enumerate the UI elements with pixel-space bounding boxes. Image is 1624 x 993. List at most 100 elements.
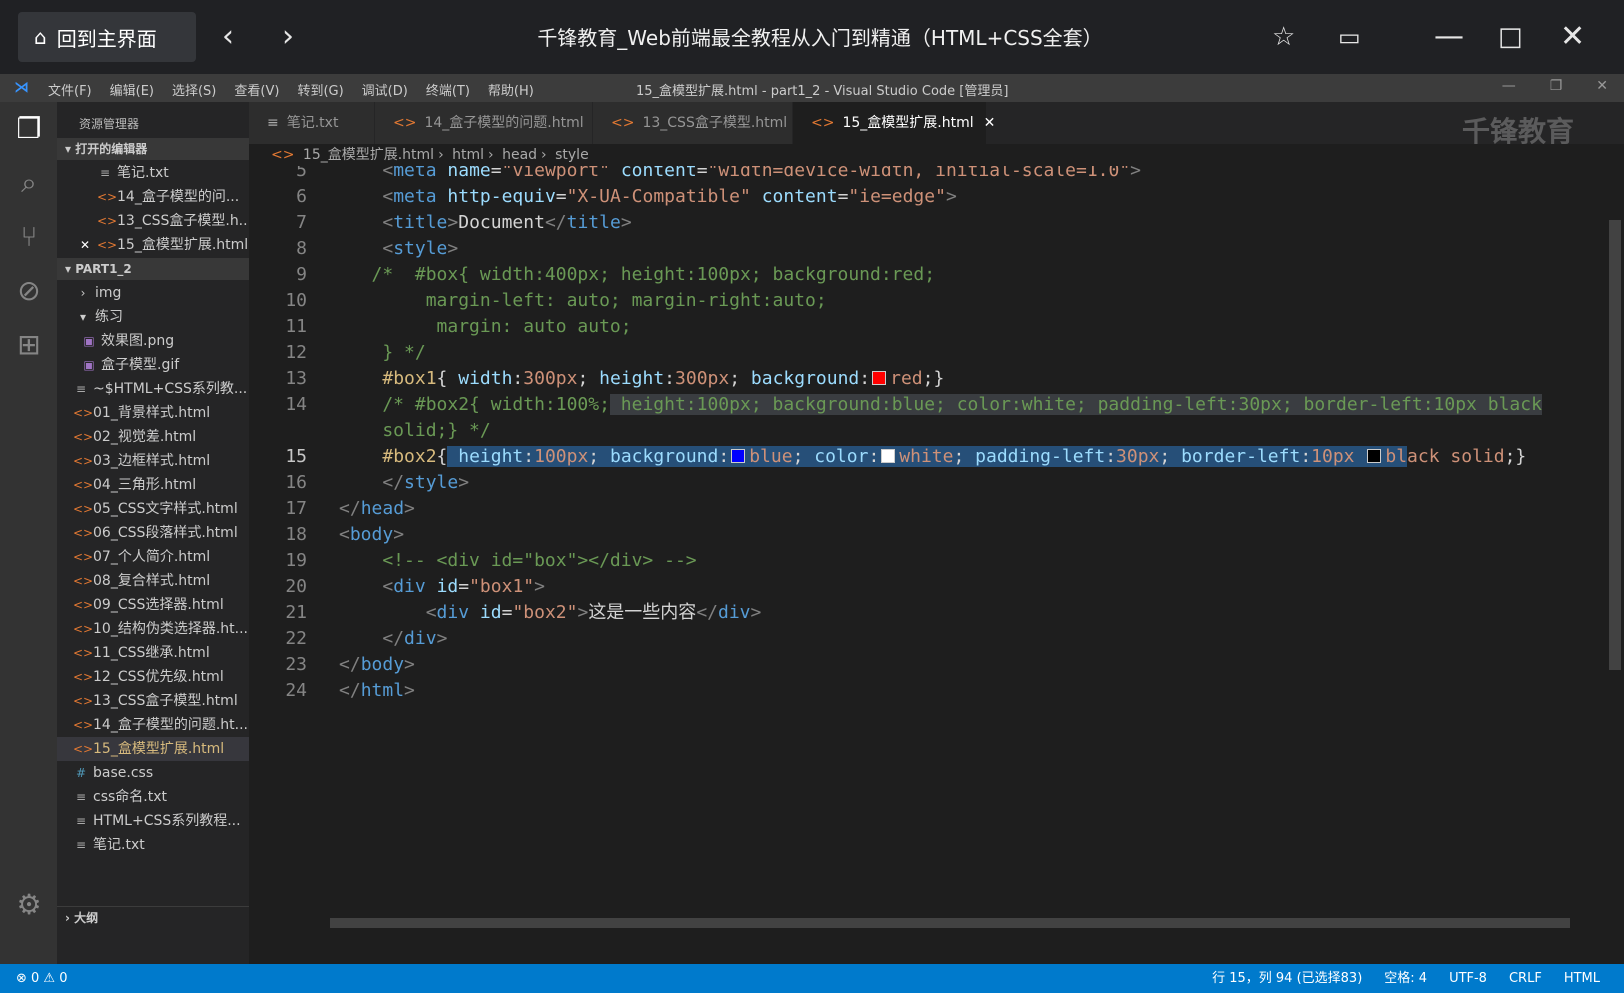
tree-item[interactable]: <>07_个人简介.html xyxy=(57,545,249,569)
tab-css-box-model[interactable]: <> 13_CSS盒子模型.html xyxy=(593,102,793,144)
line-number: 17 xyxy=(285,498,307,519)
extensions-icon[interactable]: ⊞ xyxy=(12,328,46,362)
tree-item[interactable]: <>15_盒模型扩展.html xyxy=(57,737,249,761)
open-editor-item[interactable]: <>13_CSS盒子模型.h... xyxy=(57,209,249,233)
tree-item[interactable]: <>10_结构伪类选择器.ht... xyxy=(57,617,249,641)
code-line: <meta http-equiv="X-UA-Compatible" conte… xyxy=(382,186,957,207)
html-file-icon: <> xyxy=(97,238,118,252)
menu-selection[interactable]: 选择(S) xyxy=(172,80,216,99)
tree-item-label: 08_复合样式.html xyxy=(93,573,211,589)
code-editor[interactable]: 5 <meta name="viewport" content="width=d… xyxy=(249,166,1624,964)
menu-debug[interactable]: 调试(D) xyxy=(362,80,408,99)
tree-item[interactable]: <>01_背景样式.html xyxy=(57,401,249,425)
color-swatch-black[interactable] xyxy=(1367,449,1382,463)
chevron-right-icon[interactable]: › xyxy=(282,22,294,52)
tree-item[interactable]: ≡ HTML+CSS系列教程... xyxy=(57,809,249,833)
tree-item[interactable]: <>05_CSS文字样式.html xyxy=(57,497,249,521)
tree-item[interactable]: <>12_CSS优先级.html xyxy=(57,665,249,689)
breadcrumb-head[interactable]: head xyxy=(502,147,537,163)
line-number: 14 xyxy=(285,394,307,415)
picture-in-picture-icon[interactable]: ▭ xyxy=(1338,22,1361,52)
source-control-icon[interactable]: ⑂ xyxy=(12,220,46,254)
tree-item[interactable]: <>14_盒子模型的问题.ht... xyxy=(57,713,249,737)
minimize-icon[interactable]: — xyxy=(1434,22,1464,52)
tree-item[interactable]: ▣ 盒子模型.gif xyxy=(57,353,249,377)
vscode-close-icon[interactable]: ✕ xyxy=(1596,78,1608,94)
tree-item[interactable]: ▾ 练习 xyxy=(57,305,249,329)
tree-item-label: base.css xyxy=(93,765,154,781)
code-line: <div id="box1"> xyxy=(382,576,545,597)
tree-item[interactable]: <>02_视觉差.html xyxy=(57,425,249,449)
text-file-icon: ≡ xyxy=(267,115,279,131)
indentation[interactable]: 空格: 4 xyxy=(1384,964,1427,993)
code-line: </style> xyxy=(382,472,470,493)
tree-item[interactable]: # base.css xyxy=(57,761,249,785)
tree-item[interactable]: <>03_边框样式.html xyxy=(57,449,249,473)
tree-item[interactable]: <>11_CSS继承.html xyxy=(57,641,249,665)
tree-item[interactable]: ≡ ~$HTML+CSS系列教... xyxy=(57,377,249,401)
html-file-icon: <> xyxy=(73,574,94,588)
html-file-icon: <> xyxy=(73,406,94,420)
tree-item[interactable]: <>08_复合样式.html xyxy=(57,569,249,593)
tree-item[interactable]: ≡ 笔记.txt xyxy=(57,833,249,857)
menu-help[interactable]: 帮助(H) xyxy=(488,80,534,99)
vscode-minimize-icon[interactable]: — xyxy=(1502,78,1516,94)
vscode-window-controls: — ❐ ✕ xyxy=(1502,78,1608,94)
search-icon[interactable]: ⌕ xyxy=(12,166,46,200)
close-icon[interactable]: ✕ xyxy=(77,233,93,257)
tree-item[interactable]: <>04_三角形.html xyxy=(57,473,249,497)
color-swatch-white[interactable] xyxy=(881,449,896,463)
breadcrumb-html[interactable]: html xyxy=(452,147,484,163)
tree-item[interactable]: <>06_CSS段落样式.html xyxy=(57,521,249,545)
vscode-restore-icon[interactable]: ❐ xyxy=(1550,78,1563,94)
tree-item[interactable]: <>13_CSS盒子模型.html xyxy=(57,689,249,713)
chevron-right-icon: › xyxy=(438,147,444,163)
tree-item[interactable]: ≡ css命名.txt xyxy=(57,785,249,809)
menu-file[interactable]: 文件(F) xyxy=(48,80,92,99)
gear-icon[interactable]: ⚙ xyxy=(12,888,46,922)
maximize-icon[interactable]: □ xyxy=(1498,22,1523,52)
color-swatch-blue[interactable] xyxy=(731,449,746,463)
pin-icon[interactable]: ☆ xyxy=(1272,22,1295,52)
breadcrumb-file[interactable]: 15_盒模型扩展.html xyxy=(303,147,434,163)
line-number: 13 xyxy=(285,368,307,389)
home-button[interactable]: ⌂ 回到主界面 xyxy=(18,12,196,62)
close-icon[interactable]: ✕ xyxy=(1560,22,1585,52)
code-line: <!-- <div id="box"></div> --> xyxy=(339,550,697,571)
vertical-scrollbar[interactable] xyxy=(1609,220,1621,670)
html-file-icon: <> xyxy=(73,598,94,612)
open-editor-item-active[interactable]: ✕ <>15_盒模型扩展.html xyxy=(57,233,249,257)
tab-box-model-problem[interactable]: <> 14_盒子模型的问题.html xyxy=(375,102,593,144)
code-line: margin: auto auto; xyxy=(339,316,632,337)
open-editor-item[interactable]: <>14_盒子模型的问... xyxy=(57,185,249,209)
line-ending[interactable]: CRLF xyxy=(1509,964,1542,993)
cursor-position[interactable]: 行 15，列 94 (已选择83) xyxy=(1212,964,1362,993)
open-editor-item[interactable]: ≡ 笔记.txt xyxy=(57,161,249,185)
menu-terminal[interactable]: 终端(T) xyxy=(426,80,470,99)
debug-icon[interactable]: ⊘ xyxy=(12,274,46,308)
folder-header[interactable]: ▾ PART1_2 xyxy=(57,258,249,280)
menu-goto[interactable]: 转到(G) xyxy=(297,80,343,99)
tab-box-model-extension[interactable]: <> 15_盒模型扩展.html ✕ xyxy=(793,102,995,144)
tree-item[interactable]: <>09_CSS选择器.html xyxy=(57,593,249,617)
vscode-titlebar: ⋊ 文件(F) 编辑(E) 选择(S) 查看(V) 转到(G) 调试(D) 终端… xyxy=(0,74,1624,102)
explorer-icon[interactable]: ❐ xyxy=(12,112,46,146)
language-mode[interactable]: HTML xyxy=(1564,964,1600,993)
problems-indicator[interactable]: ⊗ 0 ⚠ 0 xyxy=(16,964,68,993)
line-number: 9 xyxy=(296,264,307,285)
chevron-left-icon[interactable]: ‹ xyxy=(222,22,234,52)
chevron-right-icon: › xyxy=(541,147,547,163)
encoding[interactable]: UTF-8 xyxy=(1449,964,1487,993)
open-editors-header[interactable]: ▾ 打开的编辑器 xyxy=(57,138,249,160)
tree-item[interactable]: ▣ 效果图.png xyxy=(57,329,249,353)
tab-close-icon[interactable]: ✕ xyxy=(984,115,996,131)
menu-edit[interactable]: 编辑(E) xyxy=(110,80,154,99)
color-swatch-red[interactable] xyxy=(872,371,887,385)
breadcrumb-style[interactable]: style xyxy=(555,147,589,163)
tab-notes[interactable]: ≡ 笔记.txt xyxy=(249,102,375,144)
outline-header[interactable]: › 大纲 xyxy=(57,906,249,928)
horizontal-scrollbar[interactable] xyxy=(330,918,1570,928)
code-line: margin-left: auto; margin-right:auto; xyxy=(339,290,827,311)
tree-item[interactable]: › img xyxy=(57,281,249,305)
menu-view[interactable]: 查看(V) xyxy=(234,80,279,99)
